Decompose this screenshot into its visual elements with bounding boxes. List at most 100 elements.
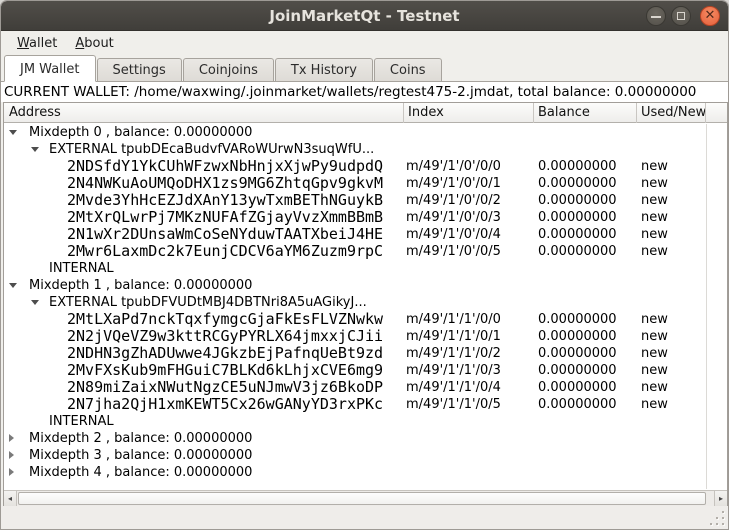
balance-cell: 0.00000000 [538,226,617,243]
tree-row[interactable]: 2N4NWKuAoUMQoDHX1zs9MG6ZhtqGpv9gkvM m/49'… [4,175,727,192]
address-cell: 2MtXrQLwrPj7MKzNUFAfZGjayVvzXmmBBmB [67,209,383,226]
address-cell: 2MvFXsKub9mFHGuiC7BLKd6kLhjxCVE6mg9 [67,362,383,379]
tree-row[interactable]: INTERNAL [4,260,727,277]
tree-label: EXTERNAL tpubDEcaBudvfVARoWUrwN3suqWfU..… [49,141,374,158]
tree-row[interactable]: 2N7jha2QjH1xmKEWT5Cx26wGANyYD3rxPKcm/49'… [4,396,727,413]
balance-cell: 0.00000000 [538,311,617,328]
tree-row[interactable]: Mixdepth 2 , balance: 0.00000000 [4,430,727,447]
tab-coins[interactable]: Coins [374,58,442,81]
balance-cell: 0.00000000 [538,328,617,345]
tab-tx-history[interactable]: Tx History [275,58,373,81]
status-bar [1,506,728,529]
used-cell: new [641,243,668,260]
index-cell: m/49'/1'/0'/0/1 [406,175,501,192]
tree-label: INTERNAL [49,260,114,277]
used-cell: new [641,345,668,362]
address-cell: 2N2jVQeVZ9w3kttRCGyPYRLX64jmxxjCJii [67,328,383,345]
expander-open-icon[interactable] [31,300,39,305]
app-window: JoinMarketQt - Testnet ✕ WalletAbout JM … [0,0,729,530]
expander-open-icon[interactable] [9,130,17,135]
menu-item-wallet[interactable]: Wallet [9,34,65,53]
tree-label: Mixdepth 4 , balance: 0.00000000 [29,464,252,481]
balance-cell: 0.00000000 [538,192,617,209]
column-header-address[interactable]: Address [4,103,404,123]
maximize-button[interactable] [671,6,691,26]
tree-row[interactable]: 2NDSfdY1YkCUhWFzwxNbHnjxXjwPy9udpdQ m/49'… [4,158,727,175]
used-cell: new [641,328,668,345]
tree-row[interactable]: EXTERNAL tpubDEcaBudvfVARoWUrwN3suqWfU..… [4,141,727,158]
tab-bar: JM WalletSettingsCoinjoinsTx HistoryCoin… [1,54,728,82]
balance-cell: 0.00000000 [538,209,617,226]
tree-row[interactable]: 2MtXrQLwrPj7MKzNUFAfZGjayVvzXmmBBmB m/49'… [4,209,727,226]
index-cell: m/49'/1'/1'/0/5 [406,396,501,413]
index-cell: m/49'/1'/1'/0/0 [406,311,501,328]
balance-cell: 0.00000000 [538,243,617,260]
used-cell: new [641,379,668,396]
address-cell: 2N4NWKuAoUMQoDHX1zs9MG6ZhtqGpv9gkvM [67,175,383,192]
minimize-button[interactable] [646,6,666,26]
used-cell: new [641,158,668,175]
index-cell: m/49'/1'/1'/0/3 [406,362,501,379]
index-cell: m/49'/1'/0'/0/4 [406,226,501,243]
expander-closed-icon[interactable] [9,468,14,476]
column-header-used-new[interactable]: Used/New [637,103,706,123]
tree-label: Mixdepth 3 , balance: 0.00000000 [29,447,252,464]
current-wallet-banner: CURRENT WALLET: /home/waxwing/.joinmarke… [1,82,728,102]
tab-settings[interactable]: Settings [97,58,182,81]
address-cell: 2Mvde3YhHcEZJdXAnY13ywTxmBEThNGuykB [67,192,383,209]
tree-row[interactable]: Mixdepth 0 , balance: 0.00000000 [4,124,727,141]
index-cell: m/49'/1'/0'/0/0 [406,158,501,175]
balance-cell: 0.00000000 [538,362,617,379]
expander-open-icon[interactable] [31,147,39,152]
scroll-left-icon[interactable]: ◂ [4,491,17,506]
index-cell: m/49'/1'/1'/0/4 [406,379,501,396]
tree-row[interactable]: INTERNAL [4,413,727,430]
address-cell: 2NDSfdY1YkCUhWFzwxNbHnjxXjwPy9udpdQ [67,158,383,175]
column-header-index[interactable]: Index [404,103,534,123]
column-header-balance[interactable]: Balance [534,103,637,123]
close-icon: ✕ [701,7,719,25]
expander-closed-icon[interactable] [9,451,14,459]
menu-bar: WalletAbout [1,32,728,54]
tree-body: Mixdepth 0 , balance: 0.00000000EXTERNAL… [4,124,727,489]
minimize-icon [651,16,661,18]
address-cell: 2MtLXaPd7nckTqxfymgcGjaFkEsFLVZNwkw [67,311,383,328]
resize-grip-icon[interactable] [710,511,724,525]
tree-row[interactable]: 2MvFXsKub9mFHGuiC7BLKd6kLhjxCVE6mg9 m/49'… [4,362,727,379]
tree-label: EXTERNAL tpubDFVUDtMBJ4DBTNri8A5uAGikyJ.… [49,294,367,311]
index-cell: m/49'/1'/1'/0/1 [406,328,501,345]
balance-cell: 0.00000000 [538,379,617,396]
tree-row[interactable]: 2N89miZaixNWutNgzCE5uNJmwV3jz6BkoDP m/49'… [4,379,727,396]
title-bar[interactable]: JoinMarketQt - Testnet ✕ [1,1,728,31]
tree-row[interactable]: Mixdepth 3 , balance: 0.00000000 [4,447,727,464]
scroll-right-icon[interactable]: ▸ [714,491,727,506]
used-cell: new [641,192,668,209]
tree-row[interactable]: 2Mwr6LaxmDc2k7EunjCDCV6aYM6Zuzm9rpC m/49'… [4,243,727,260]
tree-row[interactable]: 2N2jVQeVZ9w3kttRCGyPYRLX64jmxxjCJii m/49'… [4,328,727,345]
tree-header: Address Index Balance Used/New [4,103,727,123]
expander-open-icon[interactable] [9,283,17,288]
close-button[interactable]: ✕ [700,6,720,26]
index-cell: m/49'/1'/0'/0/5 [406,243,501,260]
index-cell: m/49'/1'/1'/0/2 [406,345,501,362]
tree-label: Mixdepth 1 , balance: 0.00000000 [29,277,252,294]
balance-cell: 0.00000000 [538,158,617,175]
tab-jm-wallet[interactable]: JM Wallet [4,55,96,82]
index-cell: m/49'/1'/0'/0/2 [406,192,501,209]
tree-row[interactable]: Mixdepth 4 , balance: 0.00000000 [4,464,727,481]
index-cell: m/49'/1'/0'/0/3 [406,209,501,226]
horizontal-scrollbar[interactable]: ◂ ▸ [4,490,727,506]
address-cell: 2Mwr6LaxmDc2k7EunjCDCV6aYM6Zuzm9rpC [67,243,383,260]
tree-row[interactable]: EXTERNAL tpubDFVUDtMBJ4DBTNri8A5uAGikyJ.… [4,294,727,311]
address-cell: 2N89miZaixNWutNgzCE5uNJmwV3jz6BkoDP [67,379,383,396]
tree-row[interactable]: 2Mvde3YhHcEZJdXAnY13ywTxmBEThNGuykB m/49'… [4,192,727,209]
scrollbar-thumb[interactable] [18,492,706,505]
tab-coinjoins[interactable]: Coinjoins [183,58,274,81]
tree-row[interactable]: Mixdepth 1 , balance: 0.00000000 [4,277,727,294]
balance-cell: 0.00000000 [538,396,617,413]
tree-row[interactable]: 2NDHN3gZhADUwwe4JGkzbEjPafnqUeBt9zdm/49'… [4,345,727,362]
tree-row[interactable]: 2N1wXr2DUnsaWmCoSeNYduwTAATXbeiJ4HEm/49'… [4,226,727,243]
expander-closed-icon[interactable] [9,434,14,442]
menu-item-about[interactable]: About [67,34,121,53]
tree-row[interactable]: 2MtLXaPd7nckTqxfymgcGjaFkEsFLVZNwkw m/49'… [4,311,727,328]
